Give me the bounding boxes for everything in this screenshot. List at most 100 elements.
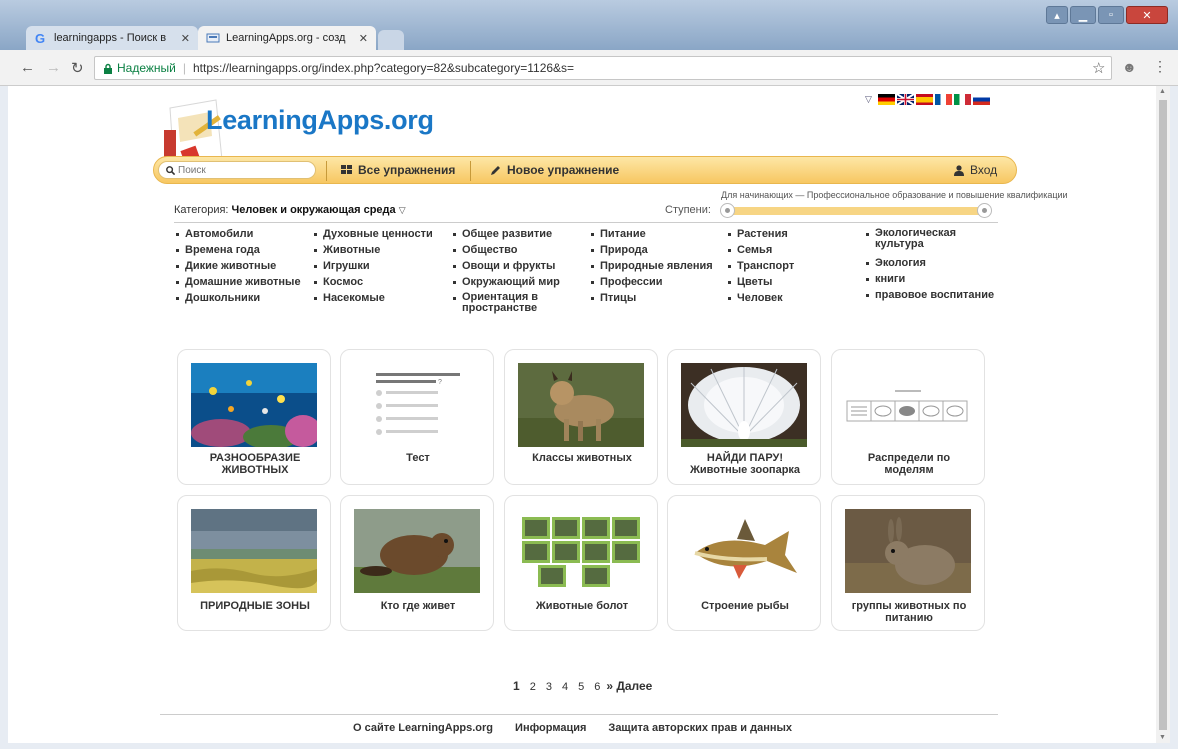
flag-gb-icon[interactable]	[896, 94, 914, 105]
slider-min-handle[interactable]	[720, 203, 735, 218]
subcategory-link[interactable]: Транспорт	[728, 258, 794, 274]
flag-es-icon[interactable]	[915, 94, 933, 105]
footer-link-about[interactable]: О сайте LearningApps.org	[353, 722, 493, 734]
address-bar: ← → ↻ Надежный | https://learningapps.or…	[0, 50, 1178, 86]
card-title: Распредели по моделям	[836, 452, 982, 476]
exercise-card[interactable]: Кто где живет	[340, 495, 494, 631]
exercise-card[interactable]: ПРИРОДНЫЕ ЗОНЫ	[177, 495, 331, 631]
exercise-card[interactable]: ? Тест	[340, 349, 494, 485]
page-link[interactable]: 6	[594, 681, 600, 693]
back-icon[interactable]: ←	[20, 59, 35, 76]
tab-learningapps[interactable]: LearningApps.org - созд ✕	[198, 26, 376, 50]
subcategory-link[interactable]: правовое воспитание	[866, 287, 996, 303]
secure-indicator[interactable]: Надежный	[103, 61, 176, 75]
chevron-down-icon[interactable]: ▽	[865, 94, 872, 105]
subcategory-link[interactable]: Домашние животные	[176, 274, 301, 290]
subcategory-link[interactable]: Природа	[591, 242, 713, 258]
card-title-line: Кто где живет	[380, 600, 456, 612]
page-link[interactable]: 2	[530, 681, 536, 693]
page-link-current[interactable]: 1	[513, 679, 520, 693]
flag-ru-icon[interactable]	[972, 94, 990, 105]
search-box[interactable]	[158, 161, 316, 179]
subcategory-link[interactable]: Игрушки	[314, 258, 433, 274]
toolbar-divider	[326, 161, 327, 181]
subcategory-link[interactable]: Окружающий мир	[453, 274, 573, 290]
forward-icon[interactable]: →	[46, 59, 61, 76]
new-exercise-button[interactable]: Новое упражнение	[490, 163, 619, 177]
subcategory-link[interactable]: Человек	[728, 290, 794, 306]
page-link[interactable]: 3	[546, 681, 552, 693]
user-icon[interactable]: ▴	[1046, 6, 1068, 24]
subcategory-link[interactable]: Дошкольники	[176, 290, 301, 306]
close-tab-icon[interactable]: ✕	[175, 32, 190, 45]
card-title-line: Строение рыбы	[701, 600, 789, 612]
subcategory-link[interactable]: Насекомые	[314, 290, 433, 306]
card-title-line: ПРИРОДНЫЕ ЗОНЫ	[200, 600, 310, 612]
exercise-card[interactable]: Распредели по моделям	[831, 349, 985, 485]
subcategory-link[interactable]: Семья	[728, 242, 794, 258]
page-link[interactable]: 5	[578, 681, 584, 693]
subcategory-link[interactable]: Экология	[866, 255, 996, 271]
login-button[interactable]: Вход	[954, 163, 997, 177]
subcategory-link[interactable]: Дикие животные	[176, 258, 301, 274]
subcategory-link[interactable]: Профессии	[591, 274, 713, 290]
footer-link-privacy[interactable]: Защита авторских прав и данных	[608, 722, 792, 734]
flag-de-icon[interactable]	[877, 94, 895, 105]
secure-label: Надежный	[117, 61, 176, 75]
close-window-icon[interactable]: ✕	[1126, 6, 1168, 24]
scroll-up-icon[interactable]: ▲	[1159, 88, 1166, 95]
subcategory-link[interactable]: Природные явления	[591, 258, 713, 274]
scroll-down-icon[interactable]: ▼	[1159, 734, 1166, 741]
scrollbar-thumb[interactable]	[1159, 100, 1167, 730]
page-link[interactable]: 4	[562, 681, 568, 693]
exercise-card[interactable]: РАЗНООБРАЗИЕ ЖИВОТНЫХ	[177, 349, 331, 485]
subcategory-link[interactable]: Цветы	[728, 274, 794, 290]
reload-icon[interactable]: ↻	[71, 59, 84, 77]
flag-fr-icon[interactable]	[934, 94, 952, 105]
subcategory-link[interactable]: Птицы	[591, 290, 713, 306]
flag-it-icon[interactable]	[953, 94, 971, 105]
level-slider[interactable]	[720, 203, 992, 218]
search-input[interactable]	[178, 164, 308, 176]
browser-menu-icon[interactable]: ⋮	[1153, 58, 1167, 75]
subcategory-link[interactable]: Духовные ценности	[314, 226, 433, 242]
language-selector[interactable]: ▽	[865, 94, 990, 105]
minimize-icon[interactable]: ▁	[1070, 6, 1096, 24]
subcategory-link[interactable]: Экологическая культура	[866, 226, 966, 250]
url-field[interactable]: Надежный | https://learningapps.org/inde…	[94, 56, 1112, 80]
svg-text:G: G	[35, 31, 45, 45]
card-title-line: питанию	[885, 612, 933, 624]
extension-icon[interactable]: ☻	[1122, 59, 1137, 75]
subcategory-column: Питание Природа Природные явления Профес…	[591, 226, 713, 306]
new-tab-button[interactable]	[378, 30, 404, 50]
maximize-icon[interactable]: ▫	[1098, 6, 1124, 24]
subcategory-link[interactable]: Автомобили	[176, 226, 301, 242]
exercise-card[interactable]: Строение рыбы	[667, 495, 821, 631]
next-page-link[interactable]: » Далее	[606, 679, 652, 693]
bookmark-star-icon[interactable]: ☆	[1092, 59, 1105, 77]
subcategory-link[interactable]: Животные	[314, 242, 433, 258]
subcategory-link[interactable]: Растения	[728, 226, 794, 242]
close-tab-icon[interactable]: ✕	[353, 32, 368, 45]
slider-max-handle[interactable]	[977, 203, 992, 218]
subcategory-link[interactable]: Общее развитие	[453, 226, 573, 242]
exercise-card[interactable]: Классы животных	[504, 349, 658, 485]
subcategory-link[interactable]: Времена года	[176, 242, 301, 258]
subcategory-link[interactable]: книги	[866, 271, 996, 287]
subcategory-link[interactable]: Общество	[453, 242, 573, 258]
subcategory-link[interactable]: Питание	[591, 226, 713, 242]
exercise-card[interactable]: группы животных по питанию	[831, 495, 985, 631]
tab-google-search[interactable]: G learningapps - Поиск в ✕	[26, 26, 198, 50]
exercise-card[interactable]: Животные болот	[504, 495, 658, 631]
subcategory-link[interactable]: Ориентация в пространстве	[453, 290, 573, 314]
subcategory-link[interactable]: Космос	[314, 274, 433, 290]
all-exercises-button[interactable]: Все упражнения	[341, 163, 455, 177]
category-selector[interactable]: Категория: Человек и окружающая среда ▽	[174, 204, 406, 216]
category-value: Человек и окружающая среда	[231, 204, 396, 216]
exercise-card[interactable]: НАЙДИ ПАРУ! Животные зоопарка	[667, 349, 821, 485]
levels-label: Ступени:	[665, 204, 711, 216]
vertical-scrollbar[interactable]: ▲ ▼	[1156, 86, 1170, 743]
footer-link-info[interactable]: Информация	[515, 722, 586, 734]
new-exercise-label: Новое упражнение	[507, 163, 620, 177]
subcategory-link[interactable]: Овощи и фрукты	[453, 258, 573, 274]
